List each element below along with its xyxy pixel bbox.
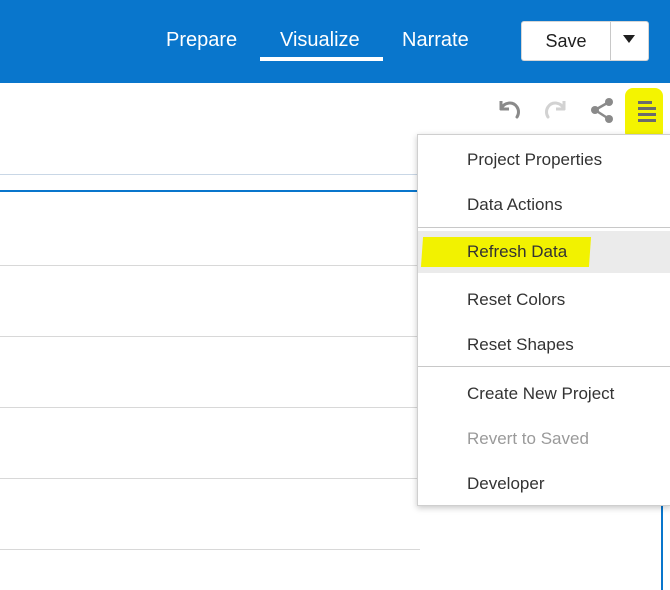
- menu-item-label: Reset Shapes: [467, 335, 574, 354]
- menu-item-label: Refresh Data: [467, 242, 568, 261]
- canvas-top-border: [0, 174, 420, 175]
- row-divider: [0, 407, 420, 408]
- save-button[interactable]: Save: [522, 22, 610, 60]
- tab-visualize[interactable]: Visualize: [280, 26, 360, 56]
- row-divider: [0, 478, 420, 479]
- menu-item-label: Developer: [467, 474, 545, 493]
- row-divider: [0, 265, 420, 266]
- menu-item-create-new-project[interactable]: Create New Project: [418, 373, 670, 415]
- menu-item-project-properties[interactable]: Project Properties: [418, 139, 670, 181]
- tab-narrate[interactable]: Narrate: [402, 26, 469, 56]
- redo-icon[interactable]: [542, 97, 570, 121]
- menu-item-reset-shapes[interactable]: Reset Shapes: [418, 324, 670, 366]
- caret-down-icon: [623, 35, 635, 43]
- row-divider: [0, 549, 420, 550]
- menu-divider: [418, 227, 670, 228]
- menu-divider: [418, 366, 670, 367]
- menu-item-label: Revert to Saved: [467, 429, 589, 448]
- menu-item-developer[interactable]: Developer: [418, 463, 670, 505]
- tab-prepare[interactable]: Prepare: [166, 26, 237, 56]
- share-icon[interactable]: [588, 97, 616, 125]
- menu-item-label: Create New Project: [467, 384, 615, 403]
- row-divider: [0, 336, 420, 337]
- menu-item-label: Data Actions: [467, 195, 563, 214]
- hamburger-menu-icon[interactable]: [637, 99, 661, 125]
- menu-item-refresh-data[interactable]: Refresh Data: [418, 231, 670, 273]
- menu-item-data-actions[interactable]: Data Actions: [418, 184, 670, 226]
- project-menu-dropdown: Project Properties Data Actions Refresh …: [417, 134, 670, 506]
- menu-item-revert-to-saved: Revert to Saved: [418, 418, 670, 460]
- menu-item-label: Project Properties: [467, 150, 603, 169]
- menu-item-reset-colors[interactable]: Reset Colors: [418, 279, 670, 321]
- top-header-bar: Prepare Visualize Narrate Save: [0, 0, 670, 83]
- save-options-dropdown[interactable]: [611, 22, 648, 60]
- menu-item-label: Reset Colors: [467, 290, 566, 309]
- save-button-group: Save: [522, 22, 648, 60]
- canvas-right-border: [661, 500, 663, 590]
- undo-icon[interactable]: [495, 97, 523, 121]
- selected-row-border: [0, 190, 420, 192]
- active-tab-underline: [260, 57, 383, 61]
